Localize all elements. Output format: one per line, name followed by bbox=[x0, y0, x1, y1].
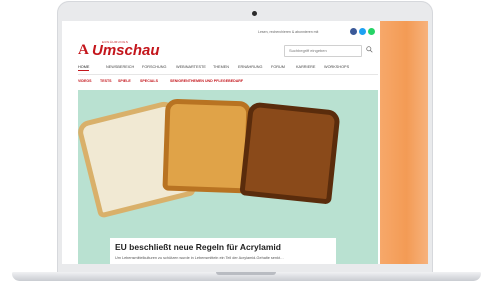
golden-toast-image bbox=[162, 98, 252, 194]
search-input[interactable]: Suchbegriff eingeben bbox=[284, 45, 362, 57]
nav-item-newsbereich[interactable]: NEWSBEREICH bbox=[106, 65, 134, 69]
laptop-screen: Lesen, recherchieren & abonnieren mit A … bbox=[62, 21, 428, 264]
logo-text: Umschau bbox=[92, 42, 160, 59]
camera-icon bbox=[252, 11, 257, 16]
subnav-item-senioren[interactable]: SENIORENTHEMEN UND PFLEGEBEDARF bbox=[170, 79, 243, 83]
subnav-item-spiele[interactable]: SPIELE bbox=[118, 79, 131, 83]
article-headline[interactable]: EU beschließt neue Regeln für Acrylamid bbox=[115, 242, 281, 252]
article-teaser: Um Lebensmittelkulturen zu schützen wurd… bbox=[115, 256, 284, 260]
nav-item-forum[interactable]: FORUM bbox=[271, 65, 285, 69]
hero-image[interactable]: EU beschließt neue Regeln für Acrylamid … bbox=[78, 90, 378, 264]
sub-nav: VIDEOS TESTS SPIELE SPECIALS SENIORENTHE… bbox=[78, 79, 378, 85]
search-icon[interactable] bbox=[366, 46, 373, 53]
nav-item-ernaehrung[interactable]: ERNÄHRUNG bbox=[238, 65, 262, 69]
nav-item-themen[interactable]: THEMEN bbox=[213, 65, 229, 69]
logo-mark-icon: A bbox=[78, 42, 89, 58]
nav-divider bbox=[78, 74, 378, 75]
laptop-notch bbox=[216, 272, 276, 275]
facebook-icon[interactable] bbox=[350, 28, 357, 35]
nav-item-karriere[interactable]: KARRIERE bbox=[296, 65, 315, 69]
main-nav: HOME NEWSBEREICH FORSCHUNG WEBINARTESTE … bbox=[78, 65, 378, 73]
subnav-item-videos[interactable]: VIDEOS bbox=[78, 79, 92, 83]
side-decoration bbox=[380, 21, 428, 264]
top-bar: Lesen, recherchieren & abonnieren mit bbox=[62, 27, 380, 39]
dark-toast-image bbox=[239, 101, 341, 205]
twitter-icon[interactable] bbox=[359, 28, 366, 35]
website-page: Lesen, recherchieren & abonnieren mit A … bbox=[62, 21, 380, 264]
subnav-item-tests[interactable]: TESTS bbox=[100, 79, 112, 83]
nav-item-home[interactable]: HOME bbox=[78, 65, 90, 71]
nav-item-workshops[interactable]: WORKSHOPS bbox=[324, 65, 349, 69]
nav-item-webinartests[interactable]: WEBINARTESTE bbox=[176, 65, 206, 69]
subnav-item-specials[interactable]: SPECIALS bbox=[140, 79, 158, 83]
nav-item-forschung[interactable]: FORSCHUNG bbox=[142, 65, 166, 69]
top-bar-text: Lesen, recherchieren & abonnieren mit bbox=[258, 30, 319, 34]
whatsapp-icon[interactable] bbox=[368, 28, 375, 35]
article-card[interactable]: EU beschließt neue Regeln für Acrylamid … bbox=[110, 238, 336, 264]
search-placeholder: Suchbegriff eingeben bbox=[289, 48, 327, 53]
